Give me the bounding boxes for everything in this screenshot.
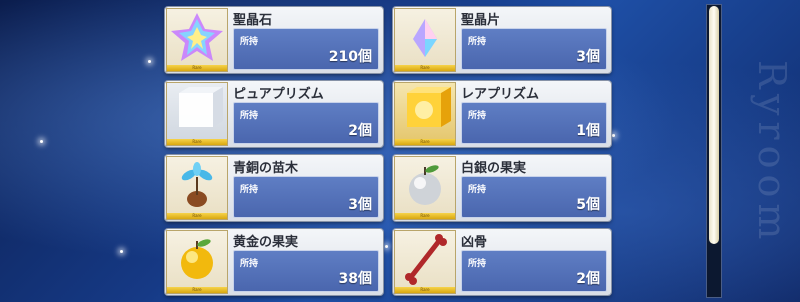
item-name: 青銅の苗木	[233, 161, 299, 176]
golden-apple-icon: Rare	[166, 230, 228, 294]
owned-count-box: 所持 2個	[233, 102, 379, 144]
silver-apple-icon: Rare	[394, 156, 456, 220]
rarity-strip: Rare	[167, 287, 227, 293]
item-card-pure-prism[interactable]: Rare ピュアプリズム 所持 2個	[165, 81, 383, 147]
owned-count: 2個	[348, 123, 372, 139]
owned-label: 所持	[468, 37, 487, 47]
item-card-silver-apple[interactable]: Rare 白銀の果実 所持 5個	[393, 155, 611, 221]
rarity-strip: Rare	[167, 139, 227, 145]
sparkle	[385, 245, 388, 248]
rarity-strip: Rare	[395, 213, 455, 219]
item-card-quartz-fragment[interactable]: Rare 聖晶片 所持 3個	[393, 7, 611, 73]
owned-label: 所持	[468, 111, 487, 121]
owned-count: 38個	[338, 271, 372, 287]
owned-count-box: 所持 1個	[461, 102, 607, 144]
quartz-fragment-icon: Rare	[394, 8, 456, 72]
bronze-sapling-icon: Rare	[166, 156, 228, 220]
item-name: 凶骨	[461, 235, 488, 250]
owned-label: 所持	[240, 37, 259, 47]
owned-count: 1個	[576, 123, 600, 139]
owned-count: 5個	[576, 197, 600, 213]
sparkle	[120, 250, 123, 253]
owned-count-box: 所持 2個	[461, 250, 607, 292]
item-card-evil-bone[interactable]: Rare 凶骨 所持 2個	[393, 229, 611, 295]
saint-quartz-icon: Rare	[166, 8, 228, 72]
item-name: 白銀の果実	[461, 161, 527, 176]
owned-count-box: 所持 3個	[461, 28, 607, 70]
owned-count: 3個	[348, 197, 372, 213]
owned-label: 所持	[468, 185, 487, 195]
item-name: レアプリズム	[461, 87, 540, 102]
owned-count: 3個	[576, 49, 600, 65]
item-card-bronze-sapling[interactable]: Rare 青銅の苗木 所持 3個	[165, 155, 383, 221]
rare-prism-icon: Rare	[394, 82, 456, 146]
rarity-strip: Rare	[167, 65, 227, 71]
owned-count: 210個	[328, 49, 372, 65]
owned-count-box: 所持 210個	[233, 28, 379, 70]
owned-label: 所持	[240, 111, 259, 121]
owned-label: 所持	[240, 185, 259, 195]
sparkle	[40, 140, 43, 143]
owned-label: 所持	[240, 259, 259, 269]
item-card-golden-apple[interactable]: Rare 黄金の果実 所持 38個	[165, 229, 383, 295]
owned-count-box: 所持 5個	[461, 176, 607, 218]
owned-count: 2個	[576, 271, 600, 287]
item-name: ピュアプリズム	[233, 87, 324, 102]
item-name: 黄金の果実	[233, 235, 299, 250]
rarity-strip: Rare	[167, 213, 227, 219]
rarity-strip: Rare	[395, 65, 455, 71]
evil-bone-icon: Rare	[394, 230, 456, 294]
sparkle	[612, 134, 615, 137]
item-card-saint-quartz[interactable]: Rare 聖晶石 所持 210個	[165, 7, 383, 73]
owned-count-box: 所持 38個	[233, 250, 379, 292]
rarity-strip: Rare	[395, 287, 455, 293]
pure-prism-icon: Rare	[166, 82, 228, 146]
rarity-strip: Rare	[395, 139, 455, 145]
background-watermark: Ryroom	[750, 60, 794, 246]
owned-count-box: 所持 3個	[233, 176, 379, 218]
sparkle	[148, 60, 151, 63]
owned-label: 所持	[468, 259, 487, 269]
item-card-rare-prism[interactable]: Rare レアプリズム 所持 1個	[393, 81, 611, 147]
item-name: 聖晶石	[233, 13, 273, 28]
item-name: 聖晶片	[461, 13, 501, 28]
scrollbar-thumb[interactable]	[709, 6, 719, 244]
